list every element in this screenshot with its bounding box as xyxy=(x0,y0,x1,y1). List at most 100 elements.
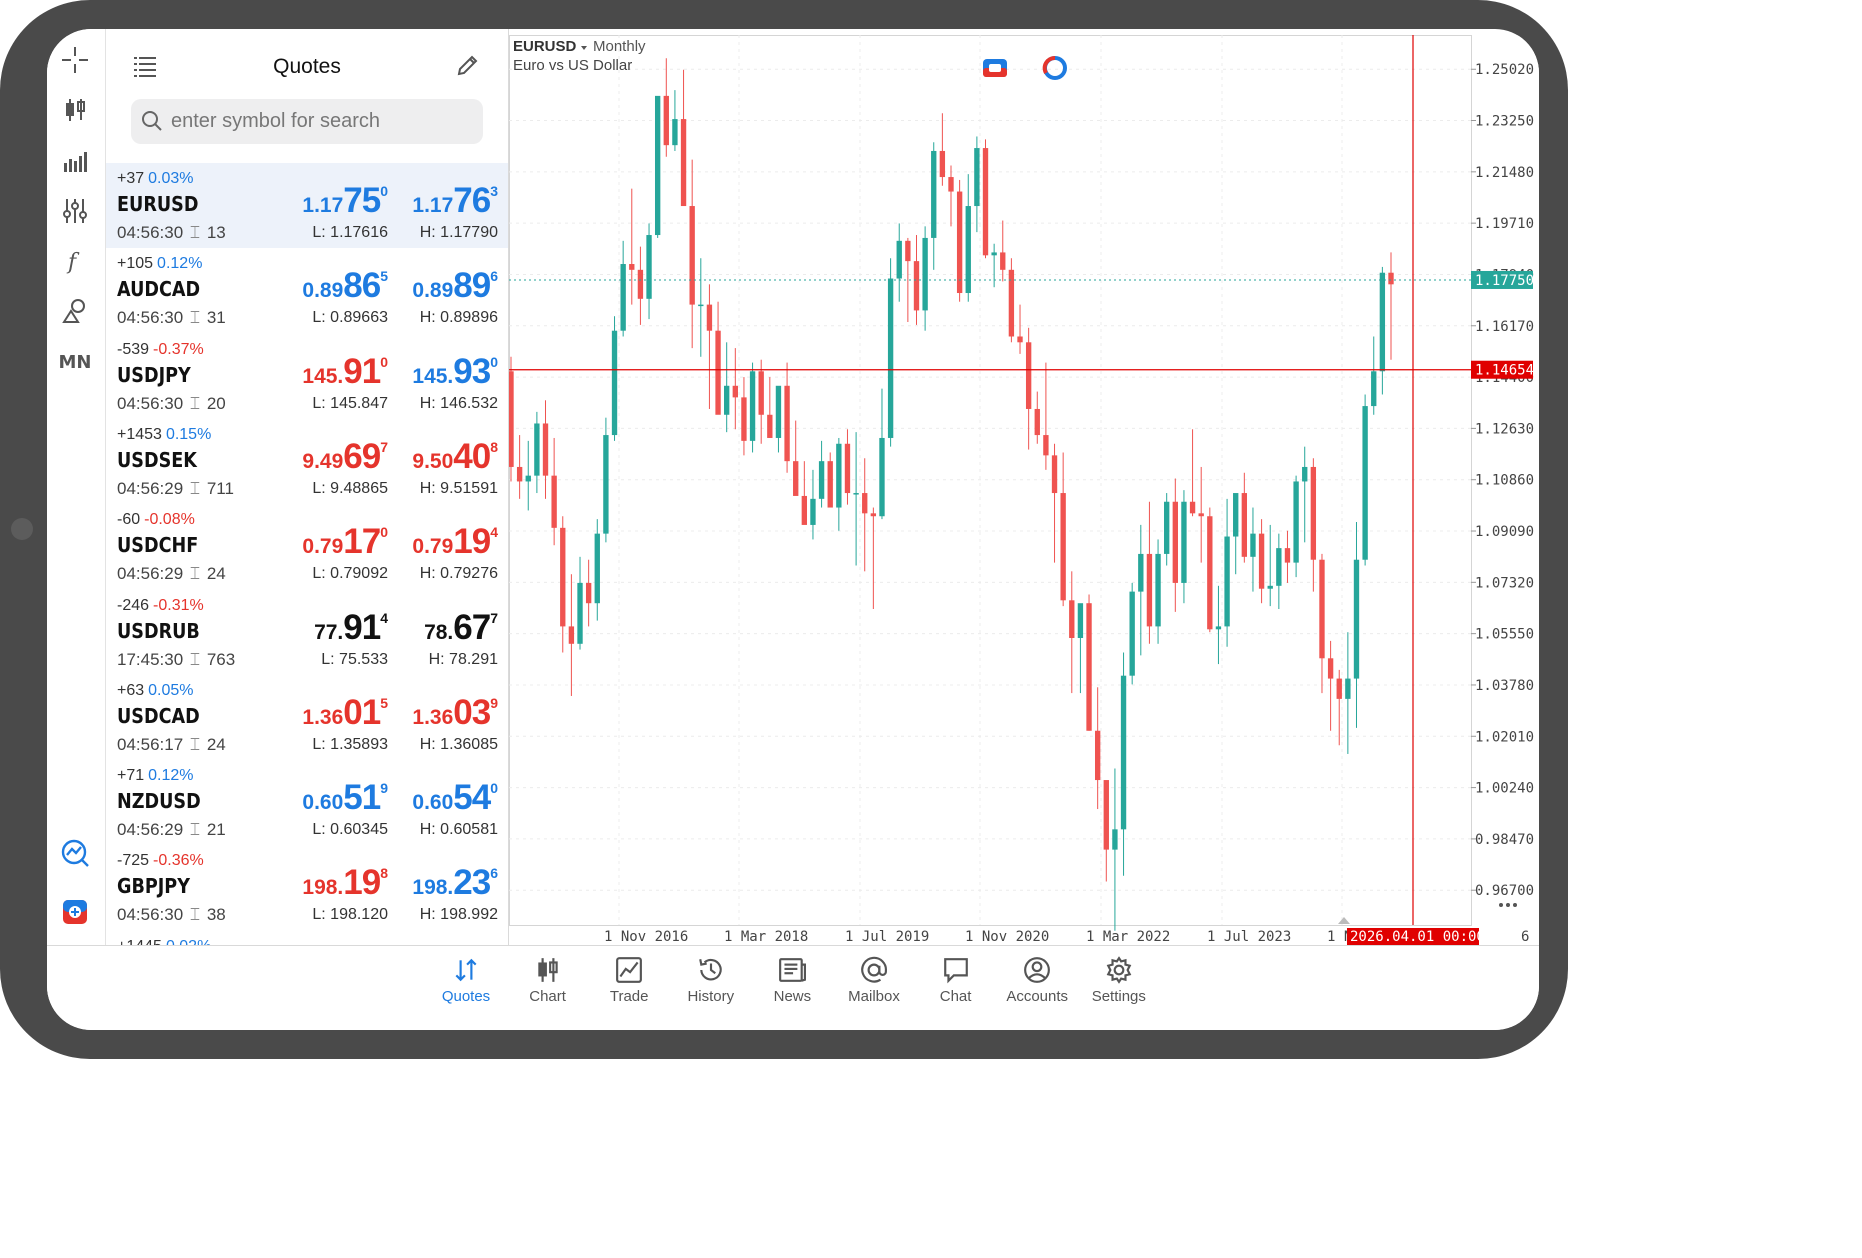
objects-icon[interactable] xyxy=(60,296,90,326)
quote-row-usdjpy[interactable]: -539 -0.37% USDJPY 04:56:30 ⌶ 20 145.910 145.… xyxy=(106,334,508,419)
x-tick-label: 1 Jul 2023 xyxy=(1207,929,1291,945)
crosshair-icon[interactable] xyxy=(60,45,90,75)
bid-price[interactable]: 145.910 xyxy=(278,352,388,392)
bull-candle xyxy=(620,264,626,331)
bid-price[interactable]: 9.49697 xyxy=(278,437,388,477)
tab-label: Settings xyxy=(1091,988,1146,1005)
ask-price-pips: 89 xyxy=(453,266,491,306)
bid-price[interactable]: 77.914 xyxy=(278,608,388,648)
more-dots-icon[interactable] xyxy=(1499,903,1503,907)
quote-row-eurusd[interactable]: +37 0.03% EURUSD 04:56:30 ⌶ 13 1.17750 1.1776… xyxy=(106,163,508,248)
quote-row-usdcad[interactable]: +63 0.05% USDCAD 04:56:17 ⌶ 24 1.36015 1.3603… xyxy=(106,675,508,760)
edit-pencil-icon[interactable] xyxy=(456,53,480,82)
y-tick-label: 1.16170 xyxy=(1475,319,1534,335)
quote-time: 04:56:30 ⌶ 38 xyxy=(117,905,226,925)
y-tick-label: 1.00240 xyxy=(1475,781,1534,797)
change-points: -539 -0.37% xyxy=(117,341,204,359)
more-dots-icon[interactable] xyxy=(1506,903,1510,907)
spread-icon: ⌶ xyxy=(185,308,205,328)
timeframe-button[interactable]: MN xyxy=(59,347,92,377)
bull-candle xyxy=(534,423,540,476)
bear-candle xyxy=(758,371,764,415)
bars-chart-icon[interactable] xyxy=(60,146,90,176)
bear-candle xyxy=(585,582,592,604)
tab-news[interactable]: News xyxy=(752,956,832,1005)
tab-chart[interactable]: Chart xyxy=(508,956,588,1005)
symbol-name: USDSEK xyxy=(117,447,197,472)
quotes-panel: Quotes enter symbol for search +37 0.03% E… xyxy=(106,29,509,945)
bid-price[interactable]: 198.198 xyxy=(278,863,388,903)
bear-candle xyxy=(1319,559,1325,659)
quote-row-usdrub[interactable]: -246 -0.31% USDRUB 17:45:30 ⌶ 763 77.914 78.6… xyxy=(106,590,508,675)
bid-price[interactable]: 0.79170 xyxy=(278,522,388,562)
quote-row-usdsek[interactable]: +1453 0.15% USDSEK 04:56:29 ⌶ 711 9.49697 9.5… xyxy=(106,419,508,504)
bull-candle xyxy=(1267,585,1273,589)
quote-row-gbpjpy[interactable]: -725 -0.36% GBPJPY 04:56:30 ⌶ 38 198.198 198.… xyxy=(106,845,508,930)
trade-signals-icon[interactable] xyxy=(60,838,90,868)
ask-price[interactable]: 1.36039 xyxy=(388,693,498,733)
change-percent: 0.12% xyxy=(157,255,203,273)
ask-price-prefix: 78. xyxy=(424,620,454,644)
quote-row-audcad[interactable]: +105 0.12% AUDCAD 04:56:30 ⌶ 31 0.89865 0.898… xyxy=(106,248,508,333)
spread-value: 711 xyxy=(206,478,234,498)
bid-price-prefix: 145. xyxy=(302,364,344,388)
y-tick-label: 1.07320 xyxy=(1475,575,1534,591)
bid-price[interactable]: 1.17750 xyxy=(278,181,388,221)
tab-chat[interactable]: Chat xyxy=(916,956,996,1005)
ask-price[interactable]: 145.930 xyxy=(388,352,498,392)
ask-price-prefix: 0.89 xyxy=(412,279,454,303)
y-tick-label: 1.12630 xyxy=(1475,421,1534,437)
indicators-icon[interactable] xyxy=(60,196,90,226)
bear-candle xyxy=(732,385,738,398)
high-price: H: 0.60581 xyxy=(419,821,498,839)
symbol-name: USDCAD xyxy=(117,703,200,728)
spread-value: 13 xyxy=(206,223,226,242)
more-dots-icon[interactable] xyxy=(1513,903,1517,907)
tool-rail: f MN xyxy=(47,29,106,945)
spread-value: 24 xyxy=(206,564,226,584)
candles-icon[interactable] xyxy=(60,95,90,125)
spread-icon: ⌶ xyxy=(185,478,205,498)
low-price: L: 0.60345 xyxy=(312,821,388,839)
time-value: 04:56:30 xyxy=(117,308,184,328)
ask-price[interactable]: 0.89896 xyxy=(388,266,498,306)
time-value: 04:56:30 xyxy=(117,905,184,925)
quote-row-nzdusd[interactable]: +71 0.12% NZDUSD 04:56:29 ⌶ 21 0.60519 0.6054… xyxy=(106,760,508,845)
tab-settings[interactable]: Settings xyxy=(1079,956,1159,1005)
ask-price[interactable]: 198.236 xyxy=(388,863,498,903)
bid-price[interactable]: 0.89865 xyxy=(278,266,388,306)
one-click-trading-icon[interactable] xyxy=(60,897,90,927)
bid-price-point: 0 xyxy=(380,524,388,541)
function-icon[interactable]: f xyxy=(60,246,90,276)
tab-label: Chart xyxy=(529,988,566,1005)
tab-accounts[interactable]: Accounts xyxy=(997,956,1077,1005)
bid-price[interactable]: 0.60519 xyxy=(278,778,388,818)
ask-price[interactable]: 9.50408 xyxy=(388,437,498,477)
tab-label: History xyxy=(687,988,735,1005)
bear-candle xyxy=(767,414,773,438)
tab-history[interactable]: History xyxy=(671,956,751,1005)
symbol-search-input[interactable]: enter symbol for search xyxy=(131,99,483,144)
quotes-header: Quotes xyxy=(106,49,508,85)
quote-row-partial[interactable]: +1445 0.02% xyxy=(106,931,508,945)
quote-row-usdchf[interactable]: -60 -0.08% USDCHF 04:56:29 ⌶ 24 0.79170 0.791… xyxy=(106,504,508,589)
chart-area[interactable]: 1.250201.232501.214801.197101.179401.161… xyxy=(509,35,1539,945)
bear-candle xyxy=(1069,600,1075,638)
change-value: +63 xyxy=(117,681,145,699)
tab-quotes[interactable]: Quotes xyxy=(426,956,506,1005)
bid-price-prefix: 0.89 xyxy=(302,279,344,303)
mailbox-icon xyxy=(861,956,887,983)
ask-price[interactable]: 78.677 xyxy=(388,608,498,648)
ask-price[interactable]: 0.60540 xyxy=(388,778,498,818)
change-points: +37 0.03% xyxy=(117,170,194,188)
bid-price[interactable]: 1.36015 xyxy=(278,693,388,733)
tab-label: Trade xyxy=(609,988,649,1005)
ask-price[interactable]: 1.17763 xyxy=(388,181,498,221)
change-value: -539 xyxy=(117,340,150,358)
bull-candle xyxy=(853,493,859,495)
tab-trade[interactable]: Trade xyxy=(589,956,669,1005)
price-chart[interactable]: 1.250201.232501.214801.197101.179401.161… xyxy=(509,35,1539,945)
y-tick-label: 1.21480 xyxy=(1475,165,1534,181)
tab-mailbox[interactable]: Mailbox xyxy=(834,956,914,1005)
ask-price[interactable]: 0.79194 xyxy=(388,522,498,562)
